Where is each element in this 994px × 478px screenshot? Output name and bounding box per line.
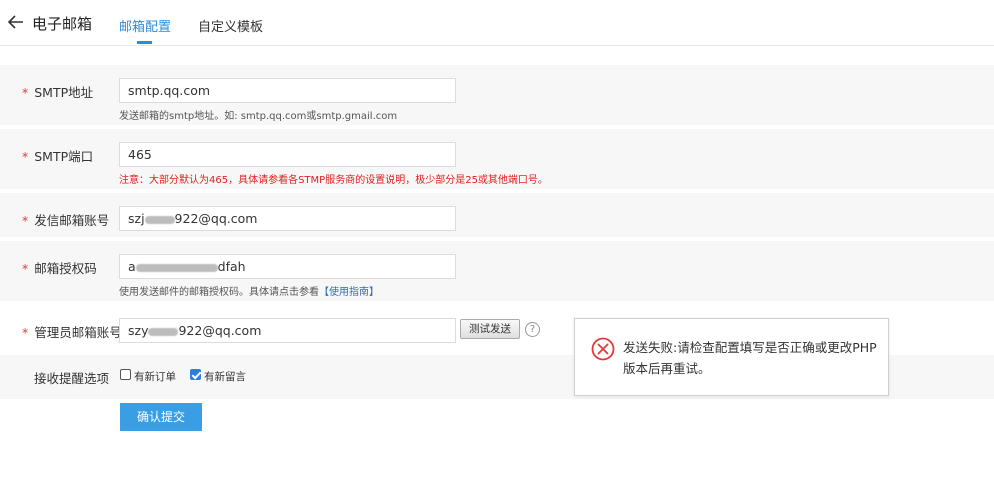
smtp-address-input[interactable]: smtp.qq.com bbox=[119, 78, 456, 103]
submit-button[interactable]: 确认提交 bbox=[120, 403, 202, 431]
active-tab-indicator bbox=[137, 41, 152, 44]
sender-account-input[interactable]: szj 922@qq.com bbox=[119, 206, 456, 231]
smtp-port-input[interactable]: 465 bbox=[119, 142, 456, 167]
required-mark: * bbox=[22, 85, 29, 100]
required-mark: * bbox=[22, 213, 29, 228]
error-popup: 发送失败:请检查配置填写是否正确或更改PHP版本后再重试。 bbox=[574, 318, 889, 396]
admin-account-label: * 管理员邮箱账号 bbox=[22, 325, 122, 340]
redacted-text bbox=[148, 327, 179, 336]
sender-account-label: * 发信邮箱账号 bbox=[22, 213, 110, 228]
error-circle-icon bbox=[591, 337, 615, 361]
auth-code-help: 使用发送邮件的邮箱授权码。具体请点击参看【使用指南】 bbox=[119, 287, 379, 298]
new-order-checkbox[interactable] bbox=[120, 369, 131, 380]
redacted-text bbox=[135, 263, 218, 272]
tab-custom-template[interactable]: 自定义模板 bbox=[198, 16, 263, 35]
redacted-text bbox=[144, 215, 175, 224]
required-mark: * bbox=[22, 149, 29, 164]
test-send-button[interactable]: 测试发送 bbox=[460, 319, 520, 339]
required-mark: * bbox=[22, 261, 29, 276]
new-order-label[interactable]: 有新订单 bbox=[134, 369, 176, 384]
header: 电子邮箱 邮箱配置 自定义模板 bbox=[0, 0, 994, 46]
usage-guide-link[interactable]: 【使用指南】 bbox=[319, 287, 379, 298]
new-message-checkbox[interactable] bbox=[190, 369, 201, 380]
error-message: 发送失败:请检查配置填写是否正确或更改PHP版本后再重试。 bbox=[623, 340, 877, 376]
page-title: 电子邮箱 bbox=[32, 15, 93, 33]
tab-mail-config[interactable]: 邮箱配置 bbox=[119, 16, 171, 35]
notify-options-label: 接收提醒选项 bbox=[34, 371, 110, 386]
auth-code-input[interactable]: a dfah bbox=[119, 254, 456, 279]
smtp-address-label: * SMTP地址 bbox=[22, 85, 94, 100]
back-arrow-icon[interactable] bbox=[7, 12, 26, 32]
smtp-port-label: * SMTP端口 bbox=[22, 149, 94, 164]
new-message-label[interactable]: 有新留言 bbox=[204, 369, 246, 384]
required-mark: * bbox=[22, 325, 29, 340]
help-question-icon[interactable]: ? bbox=[525, 322, 540, 337]
smtp-address-help: 发送邮箱的smtp地址。如: smtp.qq.com或smtp.gmail.co… bbox=[119, 111, 398, 122]
smtp-port-warning: 注意：大部分默认为465，具体请参看各STMP服务商的设置说明，极少部分是25或… bbox=[119, 175, 548, 186]
auth-code-label: * 邮箱授权码 bbox=[22, 261, 97, 276]
admin-account-input[interactable]: szy 922@qq.com bbox=[119, 318, 456, 343]
